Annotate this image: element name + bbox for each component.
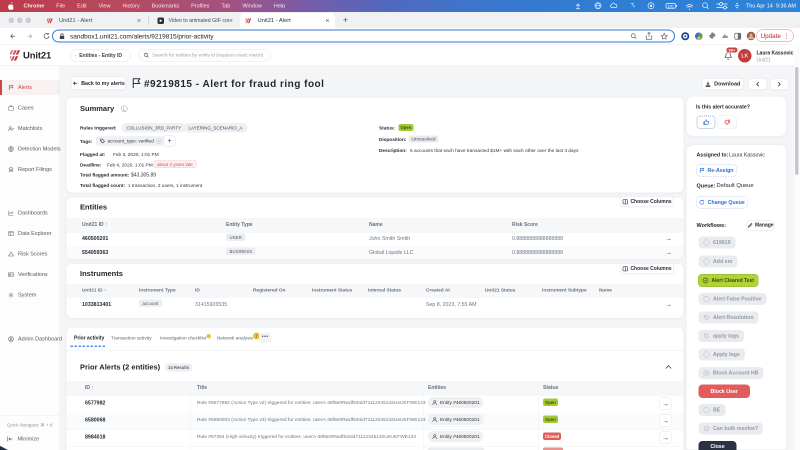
svg-text:100: 100 bbox=[667, 4, 673, 8]
